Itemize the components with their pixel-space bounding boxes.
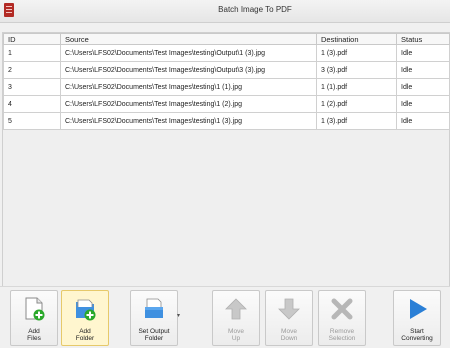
output-dropdown-arrow-icon[interactable]: ▾ bbox=[177, 312, 180, 319]
cell-id: 2 bbox=[3, 61, 61, 79]
start-converting-button[interactable]: Start Converting bbox=[393, 290, 441, 346]
column-header-status[interactable]: Status bbox=[396, 33, 450, 45]
output-folder-icon bbox=[145, 298, 163, 318]
play-icon bbox=[410, 299, 427, 319]
cell-status: Idle bbox=[396, 44, 450, 62]
column-header-id[interactable]: ID bbox=[3, 33, 61, 45]
cell-source: C:\Users\LFS02\Documents\Test Images\tes… bbox=[60, 112, 317, 130]
cell-destination: 1 (1).pdf bbox=[316, 78, 397, 96]
cell-source: C:\Users\LFS02\Documents\Test Images\tes… bbox=[60, 95, 317, 113]
cell-source: C:\Users\LFS02\Documents\Test Images\tes… bbox=[60, 78, 317, 96]
move-up-button[interactable]: Move Up bbox=[212, 290, 260, 346]
table-row[interactable]: 1 C:\Users\LFS02\Documents\Test Images\t… bbox=[3, 44, 450, 62]
title-bar: Batch Image To PDF bbox=[0, 0, 450, 23]
add-folder-label-line2: Folder bbox=[75, 335, 95, 342]
cell-source: C:\Users\LFS02\Documents\Test Images\tes… bbox=[60, 61, 317, 79]
arrow-down-icon bbox=[278, 298, 300, 320]
add-folder-label-line1: Add bbox=[79, 328, 91, 335]
add-folder-button[interactable]: Add Folder bbox=[61, 290, 109, 346]
table-row[interactable]: 4 C:\Users\LFS02\Documents\Test Images\t… bbox=[3, 95, 450, 113]
arrow-up-icon bbox=[225, 298, 247, 320]
cell-destination: 1 (3).pdf bbox=[316, 112, 397, 130]
cell-id: 3 bbox=[3, 78, 61, 96]
set-output-folder-button[interactable]: Set Output Folder bbox=[130, 290, 178, 346]
add-files-label-line2: Files bbox=[27, 335, 41, 342]
cell-destination: 1 (2).pdf bbox=[316, 95, 397, 113]
add-file-icon bbox=[25, 297, 45, 321]
remove-icon bbox=[331, 298, 353, 320]
add-files-button[interactable]: Add Files bbox=[10, 290, 58, 346]
add-folder-icon bbox=[76, 299, 96, 321]
column-header-destination[interactable]: Destination bbox=[316, 33, 397, 45]
move-up-label-line2: Up bbox=[231, 335, 241, 342]
cell-status: Idle bbox=[396, 61, 450, 79]
remove-selection-button[interactable]: Remove Selection bbox=[318, 290, 366, 346]
table-row[interactable]: 2 C:\Users\LFS02\Documents\Test Images\t… bbox=[3, 61, 450, 79]
add-files-label-line1: Add bbox=[28, 328, 40, 335]
file-table: ID Source Destination Status 1 C:\Users\… bbox=[3, 33, 450, 130]
move-up-label-line1: Move bbox=[228, 328, 244, 335]
move-down-button[interactable]: Move Down bbox=[265, 290, 313, 346]
table-row[interactable]: 3 C:\Users\LFS02\Documents\Test Images\t… bbox=[3, 78, 450, 96]
move-down-label-line1: Move bbox=[281, 328, 297, 335]
cell-status: Idle bbox=[396, 112, 450, 130]
set-output-label-line2: Folder bbox=[144, 335, 164, 342]
remove-label-line2: Selection bbox=[328, 335, 356, 342]
cell-id: 5 bbox=[3, 112, 61, 130]
table-header-row: ID Source Destination Status bbox=[3, 33, 450, 45]
cell-status: Idle bbox=[396, 78, 450, 96]
cell-source: C:\Users\LFS02\Documents\Test Images\tes… bbox=[60, 44, 317, 62]
cell-destination: 3 (3).pdf bbox=[316, 61, 397, 79]
table-row[interactable]: 5 C:\Users\LFS02\Documents\Test Images\t… bbox=[3, 112, 450, 130]
bottom-toolbar: Add Files Add Folder Set Output Folder ▾ bbox=[0, 286, 450, 348]
remove-label-line1: Remove bbox=[329, 328, 355, 335]
window-title: Batch Image To PDF bbox=[218, 5, 292, 14]
cell-id: 4 bbox=[3, 95, 61, 113]
start-label-line1: Start bbox=[410, 328, 424, 335]
cell-status: Idle bbox=[396, 95, 450, 113]
cell-destination: 1 (3).pdf bbox=[316, 44, 397, 62]
cell-id: 1 bbox=[3, 44, 61, 62]
set-output-label-line1: Set Output bbox=[138, 328, 170, 335]
start-label-line2: Converting bbox=[401, 335, 433, 342]
file-grid[interactable]: ID Source Destination Status 1 C:\Users\… bbox=[2, 32, 450, 288]
move-down-label-line2: Down bbox=[280, 335, 298, 342]
column-header-source[interactable]: Source bbox=[60, 33, 317, 45]
